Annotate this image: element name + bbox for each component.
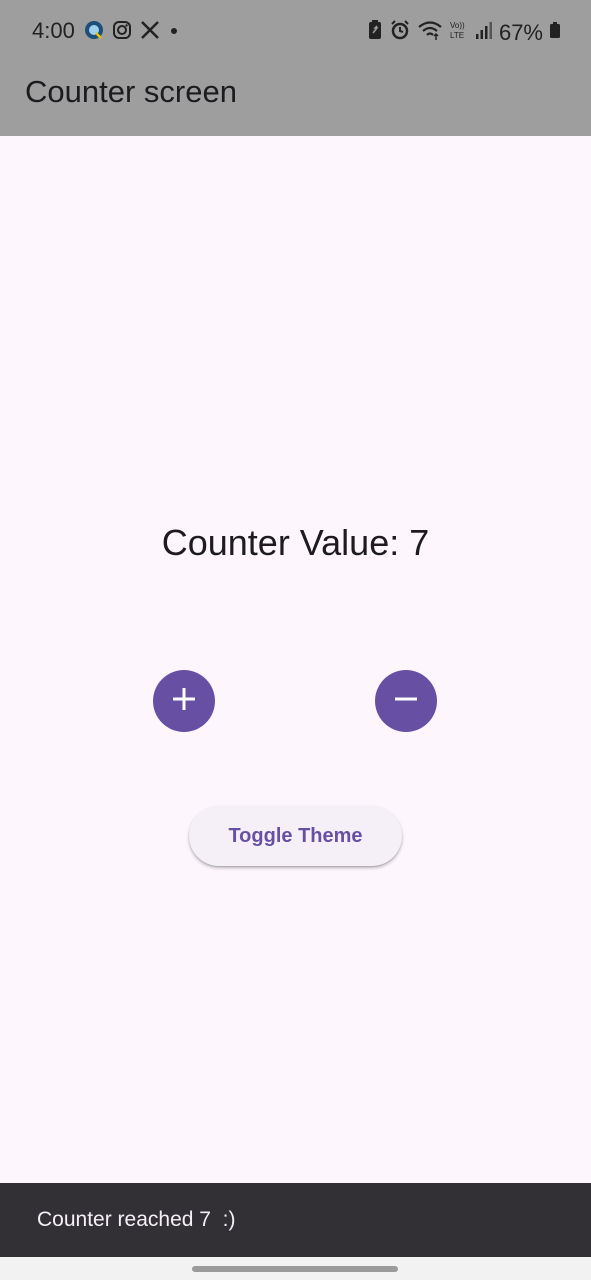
minus-icon — [393, 686, 419, 717]
snackbar-message: Counter reached 7 :) — [37, 1208, 236, 1231]
alarm-icon — [389, 19, 411, 46]
snackbar: Counter reached 7 :) — [0, 1183, 591, 1257]
app-notification-icon — [84, 20, 104, 45]
svg-text:LTE: LTE — [450, 31, 464, 40]
decrement-button[interactable] — [375, 670, 437, 732]
signal-icon — [475, 19, 493, 46]
battery-icon — [549, 19, 561, 46]
wifi-icon — [417, 19, 443, 46]
counter-value-text: Counter Value: 7 — [161, 522, 430, 563]
battery-saver-icon — [367, 19, 383, 46]
page-title: Counter screen — [25, 74, 237, 109]
dot-icon — [168, 20, 180, 45]
volte-icon: Vo)) LTE — [449, 19, 469, 46]
svg-text:Vo)): Vo)) — [450, 21, 465, 30]
toggle-theme-button[interactable]: Toggle Theme — [189, 806, 402, 866]
app-bar: Counter screen — [0, 64, 591, 136]
counter-screen: 4:00 Vo)) LTE 67% Counter screen Counter… — [0, 0, 591, 1280]
status-time: 4:00 — [32, 18, 75, 43]
status-right-icons: Vo)) LTE 67% — [367, 19, 561, 46]
instagram-icon — [112, 20, 132, 45]
navigation-bar — [0, 1257, 591, 1280]
increment-button[interactable] — [153, 670, 215, 732]
plus-icon — [171, 686, 197, 717]
status-left-icons — [84, 20, 180, 45]
x-icon — [140, 20, 160, 45]
battery-percent: 67% — [498, 19, 543, 45]
status-bar: 4:00 Vo)) LTE 67% — [0, 0, 591, 64]
gesture-handle[interactable] — [192, 1266, 398, 1272]
